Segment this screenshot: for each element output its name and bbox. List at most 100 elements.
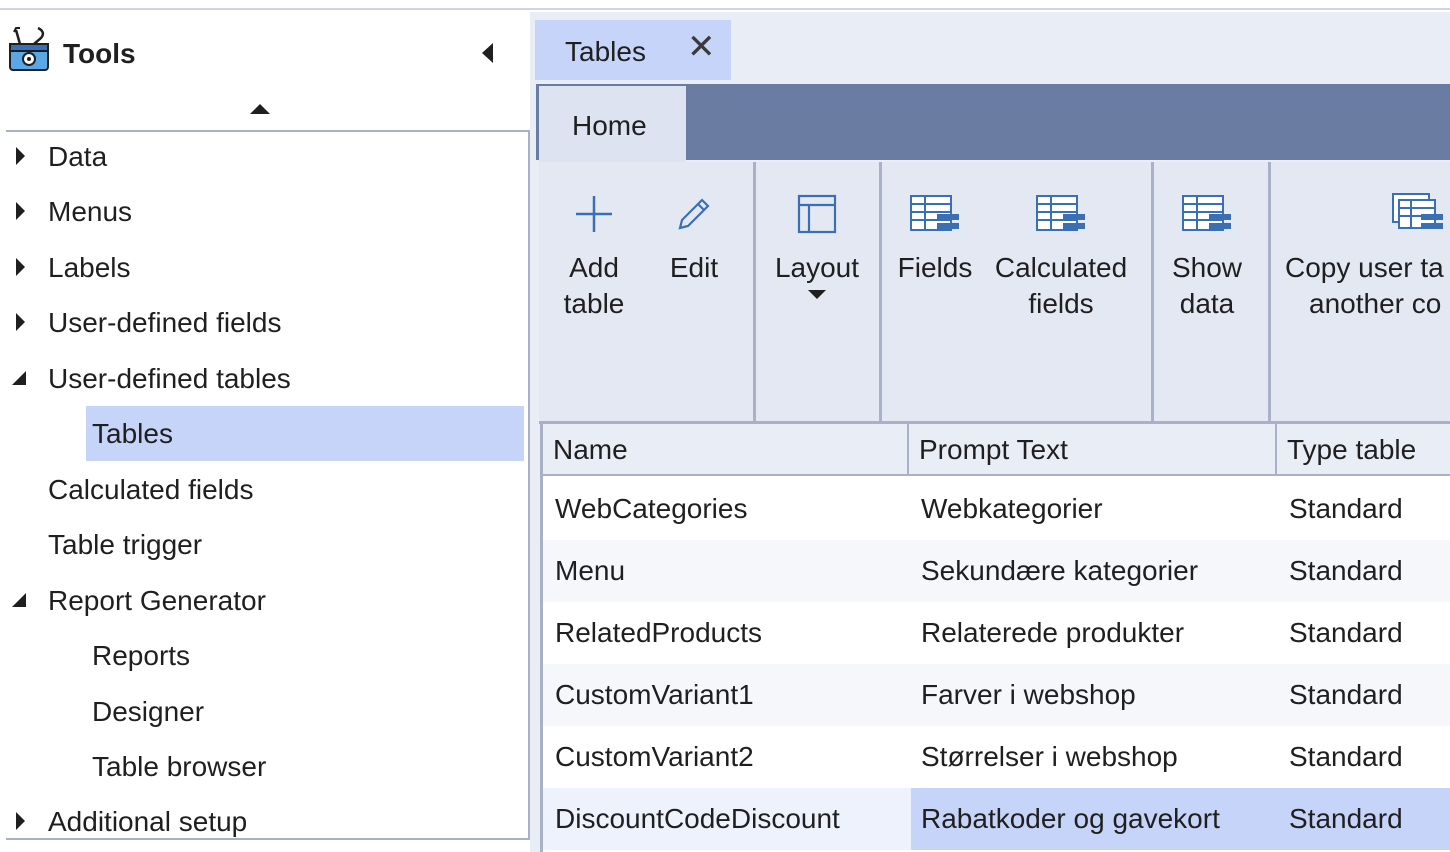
tree-item-label: Calculated fields: [48, 474, 254, 505]
cell-prompt-text: Rabatkoder og gavekort: [911, 788, 1277, 850]
tree-item-table-trigger[interactable]: Table trigger: [6, 517, 526, 572]
tree-item-label: Labels: [48, 252, 131, 283]
cell-name: CustomVariant1: [555, 679, 754, 710]
calculated-fields-button[interactable]: Calculated fields: [991, 192, 1131, 322]
tree-item-reports[interactable]: Reports: [6, 628, 526, 683]
edit-button[interactable]: Edit: [659, 192, 729, 286]
table-row-selected[interactable]: DiscountCodeDiscount Rabatkoder og gavek…: [543, 788, 1450, 850]
tree-item-data[interactable]: Data: [6, 132, 526, 184]
tree-item-additional-setup[interactable]: Additional setup: [6, 794, 526, 838]
cell-prompt-text: Relaterede produkter: [921, 617, 1185, 648]
column-header-name[interactable]: Name: [543, 424, 909, 476]
ribbon-separator: [1268, 162, 1271, 421]
table-row[interactable]: RelatedProducts Relaterede produkter Sta…: [543, 602, 1450, 664]
cell-type-table: Standard: [1277, 788, 1450, 850]
table-row[interactable]: CustomVariant1 Farver i webshop Standard: [543, 664, 1450, 726]
copy-user-tables-button[interactable]: Copy user ta another co: [1281, 192, 1450, 322]
copy-tables-icon: [1392, 193, 1443, 229]
cell-type-table: Standard: [1289, 555, 1403, 586]
show-data-button[interactable]: Show data: [1167, 192, 1247, 322]
button-label: data: [1179, 288, 1235, 319]
chevron-down-icon: [808, 290, 826, 299]
tools-tree: Data Menus Labels User-defined fields Us…: [6, 130, 530, 840]
tree-item-label: User-defined tables: [48, 363, 291, 394]
calculated-fields-icon: [1036, 195, 1085, 231]
close-icon[interactable]: ✕: [687, 30, 716, 64]
button-label: another co: [1309, 288, 1442, 319]
column-header-type-table[interactable]: Type table: [1277, 424, 1450, 476]
toolbox-icon: [8, 26, 50, 74]
cell-prompt-text: Sekundære kategorier: [921, 555, 1199, 586]
tools-header: Tools: [0, 12, 530, 114]
expand-arrow-icon[interactable]: [16, 313, 25, 331]
ribbon-tab-label: Home: [572, 110, 647, 141]
tree-item-label: Data: [48, 141, 108, 172]
column-header-prompt-text[interactable]: Prompt Text: [909, 424, 1277, 476]
cell-prompt-text: Størrelser i webshop: [921, 741, 1178, 772]
expand-arrow-icon[interactable]: [16, 202, 25, 220]
collapse-arrow-icon[interactable]: [12, 593, 26, 607]
tree-item-user-defined-fields[interactable]: User-defined fields: [6, 295, 526, 350]
tree-item-designer[interactable]: Designer: [6, 684, 526, 739]
collapse-panel-icon[interactable]: [482, 43, 493, 63]
fields-button[interactable]: Fields: [895, 192, 975, 286]
tree-item-label: User-defined fields: [48, 307, 282, 338]
tables-grid: Name Prompt Text Type table WebCategorie…: [540, 424, 1450, 852]
table-row[interactable]: Menu Sekundære kategorier Standard: [543, 540, 1450, 602]
tree-item-label: Reports: [92, 640, 191, 671]
tree-item-label: Designer: [92, 696, 205, 727]
table-row[interactable]: WebCategories Webkategorier Standard: [543, 478, 1450, 540]
grid-header: Name Prompt Text Type table: [543, 424, 1450, 476]
pencil-icon: [678, 198, 710, 230]
tree-item-tables[interactable]: Tables: [6, 406, 526, 461]
layout-icon: [797, 194, 837, 234]
ribbon-separator: [879, 162, 882, 421]
tree-item-table-browser[interactable]: Table browser: [6, 739, 526, 794]
button-label: Calculated: [994, 252, 1128, 283]
ribbon-separator: [1151, 162, 1154, 421]
tools-panel: Tools Data Menus Labels User-defined fie…: [0, 12, 530, 852]
plus-icon: [576, 196, 612, 232]
ribbon-separator: [753, 162, 756, 421]
tree-item-menus[interactable]: Menus: [6, 184, 526, 239]
button-label: Show: [1171, 252, 1243, 283]
cell-type-table: Standard: [1289, 617, 1403, 648]
tree-item-label: Table browser: [92, 751, 267, 782]
cell-name: DiscountCodeDiscount: [555, 803, 840, 834]
show-data-icon: [1182, 195, 1231, 231]
collapse-arrow-icon[interactable]: [12, 371, 26, 385]
tree-item-calculated-fields[interactable]: Calculated fields: [6, 462, 526, 517]
scroll-up-icon[interactable]: [250, 104, 270, 114]
expand-arrow-icon[interactable]: [16, 812, 25, 830]
button-label: Layout: [774, 252, 860, 283]
button-label: Add: [569, 252, 619, 283]
tab-label: Tables: [565, 36, 646, 67]
tree-item-label: Additional setup: [48, 806, 248, 837]
tables-document: Tables ✕ Home Add table Edit Layout Fiel…: [530, 12, 1450, 852]
window-top-edge: [0, 0, 1450, 10]
cell-name: RelatedProducts: [555, 617, 763, 648]
cell-type-table: Standard: [1289, 679, 1403, 710]
button-label: fields: [1028, 288, 1094, 319]
cell-name: Menu: [555, 555, 626, 586]
panel-title: Tools: [63, 38, 136, 69]
tree-item-label: Table trigger: [48, 529, 203, 560]
tree-item-user-defined-tables[interactable]: User-defined tables: [6, 351, 526, 406]
layout-dropdown-button[interactable]: Layout: [767, 192, 867, 299]
button-label: Edit: [669, 252, 719, 283]
ribbon: Add table Edit Layout Fields Calculated …: [539, 162, 1450, 424]
cell-prompt-text: Webkategorier: [921, 493, 1103, 524]
tab-tables[interactable]: Tables ✕: [535, 20, 731, 80]
add-table-button[interactable]: Add table: [559, 192, 629, 322]
tree-item-label: Tables: [92, 418, 173, 449]
cell-name: CustomVariant2: [555, 741, 754, 772]
tree-item-report-generator[interactable]: Report Generator: [6, 573, 526, 628]
fields-icon: [910, 195, 959, 231]
expand-arrow-icon[interactable]: [16, 147, 25, 165]
cell-type-table: Standard: [1289, 493, 1403, 524]
ribbon-tab-home[interactable]: Home: [539, 86, 686, 162]
tree-item-labels[interactable]: Labels: [6, 240, 526, 295]
table-row[interactable]: CustomVariant2 Størrelser i webshop Stan…: [543, 726, 1450, 788]
expand-arrow-icon[interactable]: [16, 258, 25, 276]
tree-item-label: Report Generator: [48, 585, 266, 616]
